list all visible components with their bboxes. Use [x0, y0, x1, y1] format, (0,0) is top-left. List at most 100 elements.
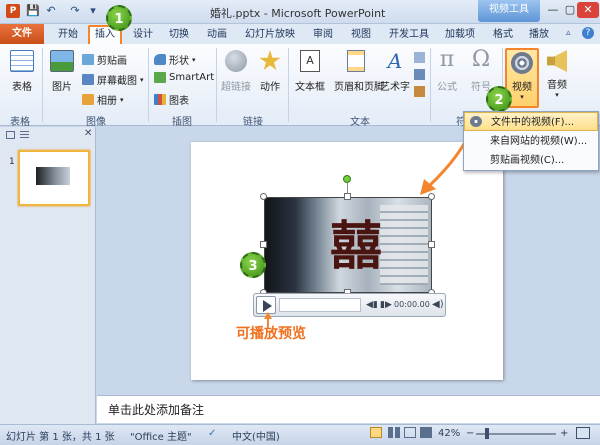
normal-view-icon[interactable]: [370, 427, 382, 438]
clipart-button[interactable]: 剪贴画: [82, 52, 127, 67]
timeline-track[interactable]: [279, 298, 361, 312]
tab-format[interactable]: 格式: [488, 27, 518, 43]
preview-annotation: 可播放预览: [236, 326, 306, 342]
chart-button[interactable]: 图表: [154, 92, 189, 107]
smartart-icon: [154, 72, 166, 83]
equation-button[interactable]: π 公式: [432, 48, 462, 104]
menu-item-clipart-video[interactable]: 剪贴画视频(C)...: [464, 151, 598, 170]
group-label-illustrations: 插图: [172, 117, 192, 128]
zoom-slider-thumb[interactable]: [485, 428, 489, 439]
screenshot-button[interactable]: 屏幕截图 ▾: [82, 72, 144, 87]
redo-icon[interactable]: ↷: [68, 4, 82, 18]
action-button[interactable]: 动作: [255, 50, 285, 98]
tab-animations[interactable]: 动画: [202, 27, 232, 43]
slides-tab-icon[interactable]: [6, 131, 15, 139]
screenshot-icon: [82, 74, 94, 85]
save-icon[interactable]: 💾: [26, 4, 40, 18]
photo-album-button[interactable]: 相册 ▾: [82, 92, 124, 107]
action-label: 动作: [260, 82, 280, 93]
chevron-down-icon: ▾: [555, 91, 559, 99]
zoom-level[interactable]: 42%: [438, 428, 460, 439]
clipart-label: 剪贴画: [97, 56, 127, 67]
hyperlink-button[interactable]: 超链接: [219, 50, 253, 98]
tab-playback[interactable]: 播放: [524, 27, 554, 43]
seek-back-icon[interactable]: ◀▮: [366, 300, 378, 310]
minimize-button[interactable]: —: [544, 2, 562, 18]
slide-sorter-view-icon[interactable]: [388, 427, 400, 438]
table-label: 表格: [12, 82, 32, 93]
slide-thumbnail-video: [36, 167, 70, 185]
chart-label: 图表: [169, 96, 189, 107]
header-footer-button[interactable]: 页眉和页脚: [334, 50, 384, 98]
resize-handle-ml[interactable]: [260, 241, 267, 248]
tab-developer[interactable]: 开发工具: [384, 27, 434, 43]
player-time: 00:00.00: [394, 300, 430, 309]
tab-addins[interactable]: 加载项: [440, 27, 480, 43]
outline-tab-icon[interactable]: [20, 131, 29, 139]
resize-handle-tl[interactable]: [260, 193, 267, 200]
group-label-links: 链接: [243, 117, 263, 128]
smartart-button[interactable]: SmartArt: [154, 72, 214, 83]
screenshot-label: 屏幕截图: [97, 76, 137, 87]
seek-forward-icon[interactable]: ▮▶: [380, 300, 392, 310]
omega-icon: Ω: [471, 47, 491, 72]
text-extra-icons[interactable]: [414, 52, 426, 112]
customize-quick-access-icon[interactable]: ▾: [86, 4, 100, 18]
rotate-handle[interactable]: [343, 175, 351, 183]
tab-home[interactable]: 开始: [52, 27, 84, 43]
zoom-in-button[interactable]: +: [560, 428, 568, 439]
textbox-button[interactable]: A 文本框: [292, 50, 328, 106]
slide-thumb-number: 1: [9, 157, 15, 167]
table-button[interactable]: 表格: [6, 50, 38, 98]
slide-thumbnail[interactable]: [18, 150, 90, 206]
film-reel-icon: [511, 52, 533, 74]
header-footer-label: 页眉和页脚: [334, 82, 384, 93]
group-separator: [216, 48, 217, 122]
shapes-button[interactable]: 形状 ▾: [154, 52, 196, 67]
chevron-down-icon: ▾: [120, 95, 124, 104]
textbox-icon: A: [300, 50, 320, 72]
equation-label: 公式: [437, 82, 457, 93]
hyperlink-icon: [225, 50, 247, 72]
audio-button[interactable]: 音频 ▾: [542, 48, 572, 108]
tab-file[interactable]: 文件: [0, 24, 44, 44]
reading-view-icon[interactable]: [404, 427, 416, 438]
chart-icon: [154, 94, 166, 105]
shapes-icon: [154, 54, 166, 65]
language-status[interactable]: 中文(中国): [232, 428, 280, 443]
wordart-button[interactable]: A 艺术字: [380, 50, 410, 106]
menu-item-video-from-website[interactable]: 来自网站的视频(W)...: [464, 132, 598, 151]
tab-slideshow[interactable]: 幻灯片放映: [240, 27, 300, 43]
resize-handle-tc[interactable]: [344, 193, 351, 200]
ribbon-minimize-icon[interactable]: ▵: [566, 28, 571, 38]
tab-transitions[interactable]: 切换: [164, 27, 194, 43]
spellcheck-icon[interactable]: ✓: [208, 428, 216, 439]
slideshow-view-icon[interactable]: [420, 427, 432, 438]
slide-count-status: 幻灯片 第 1 张，共 1 张: [6, 432, 115, 443]
zoom-out-button[interactable]: −: [466, 428, 474, 439]
notes-placeholder: 单击此处添加备注: [108, 403, 205, 417]
tab-view[interactable]: 视图: [346, 27, 376, 43]
picture-button[interactable]: 图片: [47, 50, 77, 98]
pane-close-icon[interactable]: ✕: [84, 128, 92, 139]
textbox-label: 文本框: [295, 82, 325, 93]
film-icon: [470, 116, 482, 127]
close-button[interactable]: ✕: [577, 2, 599, 18]
smartart-label: SmartArt: [169, 72, 215, 83]
tab-design[interactable]: 设计: [128, 27, 158, 43]
fit-slide-icon[interactable]: [576, 427, 590, 439]
group-separator: [42, 48, 43, 122]
powerpoint-logo-icon: P: [6, 4, 20, 18]
help-icon[interactable]: ?: [582, 27, 594, 39]
undo-icon[interactable]: ↶: [44, 4, 58, 18]
group-label-text: 文本: [350, 117, 370, 128]
clipart-icon: [82, 54, 94, 65]
table-icon: [10, 50, 34, 72]
resize-handle-mr[interactable]: [428, 241, 435, 248]
menu-item-video-from-file[interactable]: 文件中的视频(F)...: [464, 112, 598, 131]
shapes-label: 形状: [169, 56, 189, 67]
volume-icon[interactable]: ◀): [432, 299, 444, 310]
header-footer-icon: [347, 50, 365, 72]
tab-review[interactable]: 审阅: [308, 27, 338, 43]
picture-icon: [50, 50, 74, 72]
